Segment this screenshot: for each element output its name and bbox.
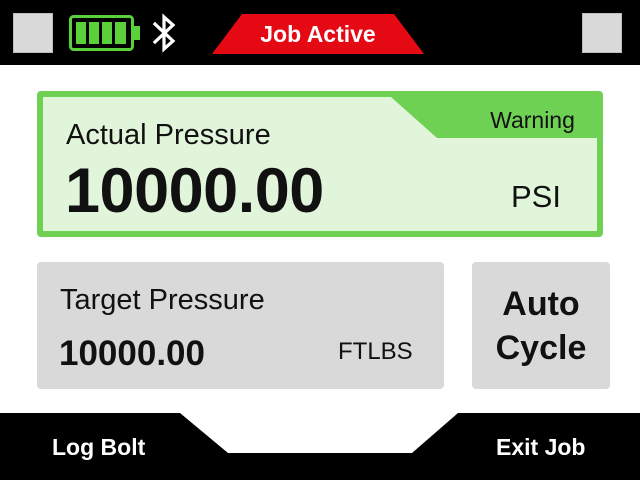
top-right-button[interactable] (582, 13, 622, 53)
actual-pressure-card: Warning Actual Pressure 10000.00 PSI (37, 91, 603, 237)
auto-cycle-label-line1: Auto (502, 284, 580, 323)
log-bolt-button[interactable]: Log Bolt (52, 427, 145, 467)
status-bar: Job Active (0, 0, 640, 65)
actual-pressure-value: 10000.00 (65, 156, 324, 226)
exit-job-button[interactable]: Exit Job (496, 427, 585, 467)
target-pressure-card[interactable]: Target Pressure 10000.00 FTLBS (37, 262, 444, 389)
actual-pressure-unit: PSI (511, 179, 561, 214)
actual-pressure-panel: Warning Actual Pressure 10000.00 PSI (43, 97, 597, 231)
battery-full-icon (69, 15, 141, 51)
job-status-label: Job Active (260, 21, 376, 47)
auto-cycle-label-line2: Cycle (495, 328, 587, 367)
job-status-tab: Job Active (212, 14, 424, 54)
pressure-screen: Job Active Warning Actual Pressure 10000… (0, 0, 640, 480)
target-pressure-title: Target Pressure (60, 284, 265, 316)
auto-cycle-button[interactable]: Auto Cycle (472, 262, 610, 389)
target-pressure-unit: FTLBS (338, 338, 413, 365)
target-pressure-value: 10000.00 (59, 334, 205, 373)
bottom-action-bar: Log Bolt Exit Job (0, 413, 640, 480)
bluetooth-icon (151, 13, 179, 53)
warning-badge: Warning (490, 107, 575, 133)
top-left-button[interactable] (13, 13, 53, 53)
actual-pressure-title: Actual Pressure (66, 119, 271, 151)
